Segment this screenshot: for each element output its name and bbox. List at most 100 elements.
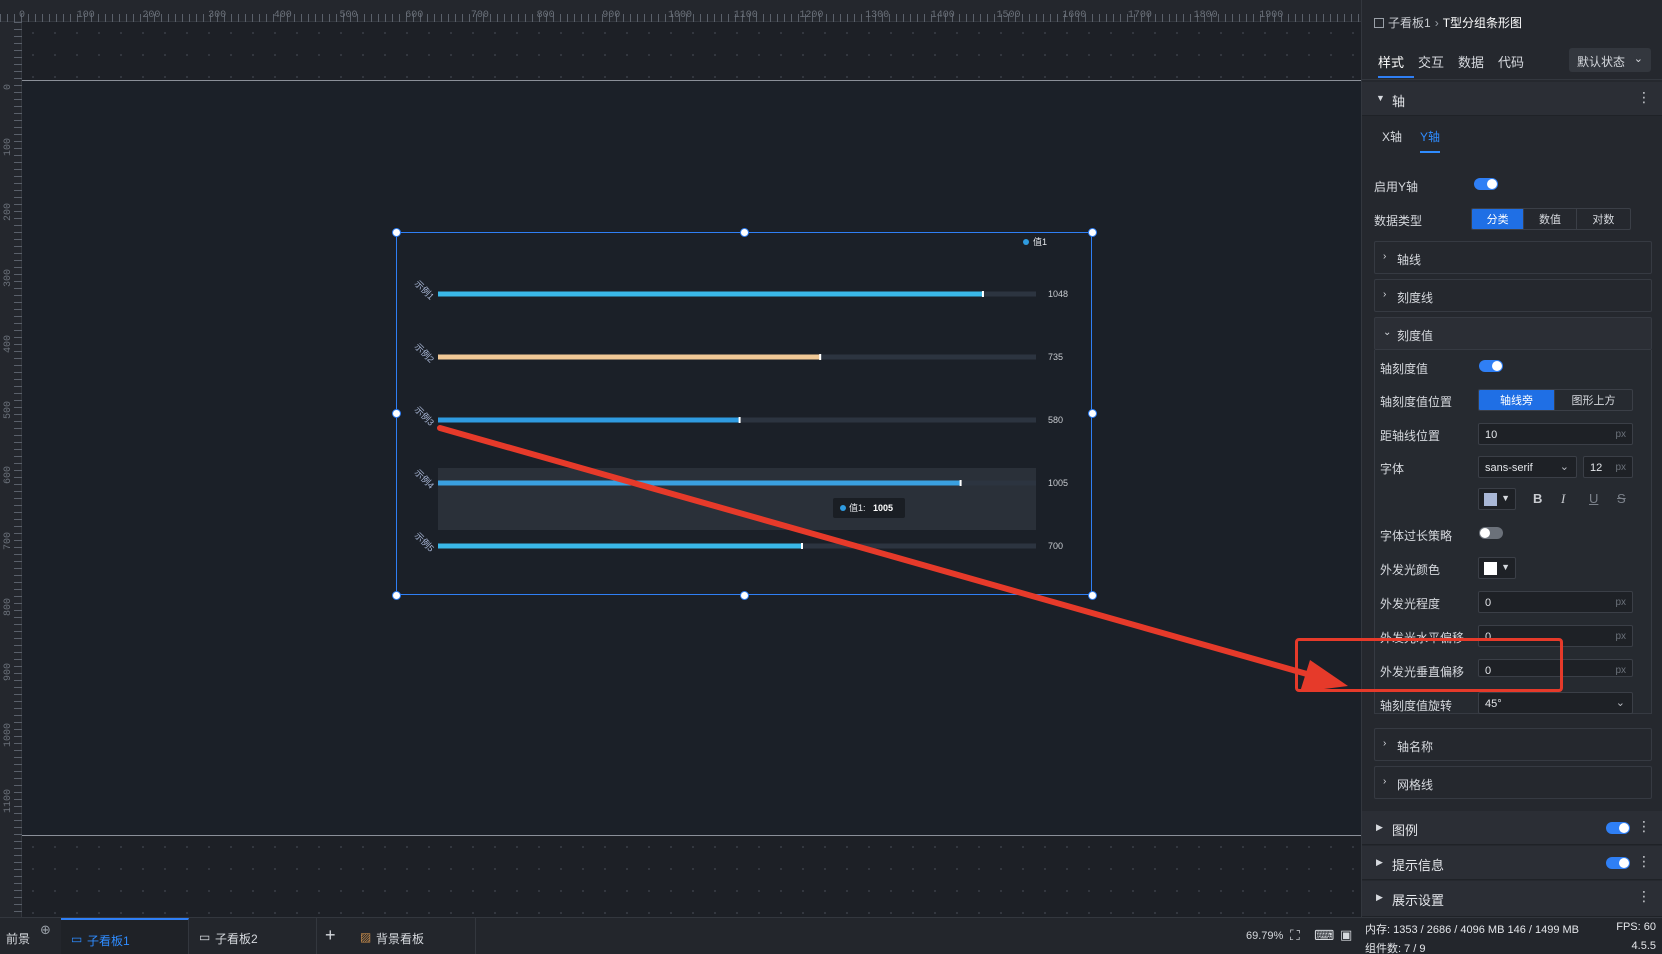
- font-size-input[interactable]: 12 px: [1583, 456, 1633, 478]
- zoom-level[interactable]: 69.79%: [1246, 930, 1283, 942]
- ruler-left-label: 1100: [3, 788, 14, 813]
- more-icon[interactable]: ⋮: [1637, 888, 1651, 905]
- rotate-select[interactable]: 45° ⌄: [1478, 692, 1633, 714]
- board-tab-2[interactable]: ▭ 子看板2: [189, 918, 317, 954]
- selection-box[interactable]: [396, 232, 1092, 595]
- bold-button[interactable]: B: [1533, 491, 1542, 506]
- collapse-tick-line[interactable]: › 刻度线: [1374, 279, 1652, 312]
- chevron-right-icon: ›: [1383, 251, 1387, 262]
- enable-y-toggle[interactable]: [1474, 178, 1498, 190]
- caret-down-icon: ▼: [1501, 562, 1510, 572]
- ruler-top-label: 200: [142, 10, 161, 21]
- glow-level-label: 外发光程度: [1380, 597, 1441, 611]
- ruler-left-label: 600: [3, 466, 14, 485]
- section-axis-title: 轴: [1392, 94, 1406, 109]
- collapse-axis-line[interactable]: › 轴线: [1374, 241, 1652, 274]
- legend-toggle[interactable]: [1606, 822, 1630, 834]
- ruler-top-label: 1200: [799, 10, 824, 21]
- font-color-picker[interactable]: ▼: [1478, 488, 1516, 510]
- ruler-top-label: 900: [602, 10, 621, 21]
- add-circle-icon[interactable]: ⊕: [40, 922, 51, 938]
- tab-interaction[interactable]: 交互: [1418, 52, 1444, 71]
- tick-position-beside[interactable]: 轴线旁: [1479, 390, 1556, 410]
- strikethrough-button[interactable]: S: [1617, 491, 1626, 506]
- rotate-label: 轴刻度值旋转: [1380, 699, 1453, 713]
- ruler-top-label: 500: [339, 10, 358, 21]
- state-select-value: 默认状态: [1577, 55, 1626, 69]
- font-family-select[interactable]: sans-serif ⌄: [1478, 456, 1577, 478]
- resize-handle-tl[interactable]: [392, 228, 401, 237]
- foreground-label[interactable]: 前景: [6, 930, 30, 947]
- ruler-top-label: 0: [19, 10, 26, 21]
- resize-handle-t[interactable]: [740, 228, 749, 237]
- distance-input[interactable]: 10 px: [1478, 423, 1633, 445]
- collapse-grid-line-title: 网格线: [1397, 778, 1434, 792]
- ruler-top-label: 1700: [1127, 10, 1152, 21]
- glow-level-input[interactable]: 0 px: [1478, 591, 1633, 613]
- resize-handle-l[interactable]: [392, 409, 401, 418]
- tab-underline: [1378, 76, 1414, 78]
- collapse-grid-line[interactable]: › 网格线: [1374, 766, 1652, 799]
- resize-handle-br[interactable]: [1088, 591, 1097, 600]
- resize-handle-bl[interactable]: [392, 591, 401, 600]
- italic-button[interactable]: I: [1561, 491, 1565, 507]
- font-color-swatch: [1484, 493, 1497, 506]
- memory-status: 内存: 1353 / 2686 / 4096 MB 146 / 1499 MB: [1365, 924, 1580, 936]
- section-display[interactable]: ▶ 展示设置 ⋮: [1362, 881, 1662, 917]
- chevron-down-icon: ⌄: [1383, 327, 1392, 338]
- tick-position-above[interactable]: 图形上方: [1555, 390, 1632, 410]
- tab-x-axis[interactable]: X轴: [1382, 128, 1402, 153]
- data-type-log[interactable]: 对数: [1577, 209, 1630, 229]
- add-tab-button[interactable]: +: [325, 925, 336, 946]
- caret-right-icon: ▶: [1376, 822, 1383, 832]
- resize-handle-b[interactable]: [740, 591, 749, 600]
- tick-position-label: 轴刻度值位置: [1380, 395, 1453, 409]
- tick-show-toggle[interactable]: [1479, 360, 1503, 372]
- section-tooltip[interactable]: ▶ 提示信息 ⋮: [1362, 846, 1662, 880]
- tab-data[interactable]: 数据: [1458, 52, 1484, 71]
- ruler-top-label: 1600: [1062, 10, 1087, 21]
- collapse-tick-value[interactable]: ⌄ 刻度值: [1374, 317, 1652, 350]
- board-tab-1[interactable]: ▭ 子看板1: [61, 918, 189, 954]
- section-tooltip-title: 提示信息: [1392, 858, 1445, 873]
- data-type-category[interactable]: 分类: [1472, 209, 1525, 229]
- ruler-left: 0 100 200 300 400 500 600 700 800 900 1000 1100: [0, 22, 22, 917]
- ruler-left-label: 300: [3, 269, 14, 288]
- tooltip-toggle[interactable]: [1606, 857, 1630, 869]
- section-axis[interactable]: ▼ 轴 ⋮: [1362, 82, 1662, 116]
- underline-button[interactable]: U: [1589, 491, 1598, 506]
- section-display-title: 展示设置: [1392, 893, 1445, 908]
- ruler-ticks-left: [14, 22, 22, 917]
- fit-screen-icon[interactable]: ⛶: [1290, 927, 1300, 944]
- more-icon[interactable]: ⋮: [1637, 818, 1651, 835]
- ruler-left-label: 400: [3, 334, 14, 353]
- ruler-left-label: 100: [3, 137, 14, 156]
- terminal-icon[interactable]: ▣: [1340, 927, 1352, 943]
- app-root: 0 100 200 300 400 500 600 700 800 900 1000 1100 1200…: [0, 0, 1662, 954]
- glow-color-picker[interactable]: ▼: [1478, 557, 1516, 579]
- section-legend[interactable]: ▶ 图例 ⋮: [1362, 811, 1662, 845]
- tab-y-axis[interactable]: Y轴: [1420, 128, 1441, 153]
- background-board-tab[interactable]: ▨ 背景看板: [352, 918, 476, 954]
- keyboard-icon[interactable]: ⌨: [1314, 927, 1334, 944]
- ruler-top-label: 1800: [1193, 10, 1218, 21]
- data-type-value[interactable]: 数值: [1524, 209, 1577, 229]
- background-board-icon: ▨: [360, 930, 372, 944]
- breadcrumb-item-board[interactable]: 子看板1: [1388, 14, 1431, 31]
- resize-handle-tr[interactable]: [1088, 228, 1097, 237]
- overflow-toggle[interactable]: [1479, 527, 1503, 539]
- font-label: 字体: [1380, 462, 1405, 476]
- ruler-top-label: 700: [470, 10, 489, 21]
- chevron-down-icon: ⌄: [1633, 53, 1643, 65]
- more-icon[interactable]: ⋮: [1637, 853, 1651, 870]
- tab-code[interactable]: 代码: [1498, 52, 1524, 71]
- more-icon[interactable]: ⋮: [1637, 89, 1651, 106]
- resize-handle-r[interactable]: [1088, 409, 1097, 418]
- state-select[interactable]: 默认状态 ⌄: [1569, 48, 1651, 72]
- collapse-axis-name[interactable]: › 轴名称: [1374, 728, 1652, 761]
- background-board-label: 背景看板: [376, 932, 425, 946]
- glow-level-unit: px: [1615, 597, 1626, 608]
- ruler-left-label: 1000: [3, 722, 14, 747]
- tab-style[interactable]: 样式: [1378, 52, 1404, 71]
- caret-down-icon: ▼: [1376, 93, 1385, 103]
